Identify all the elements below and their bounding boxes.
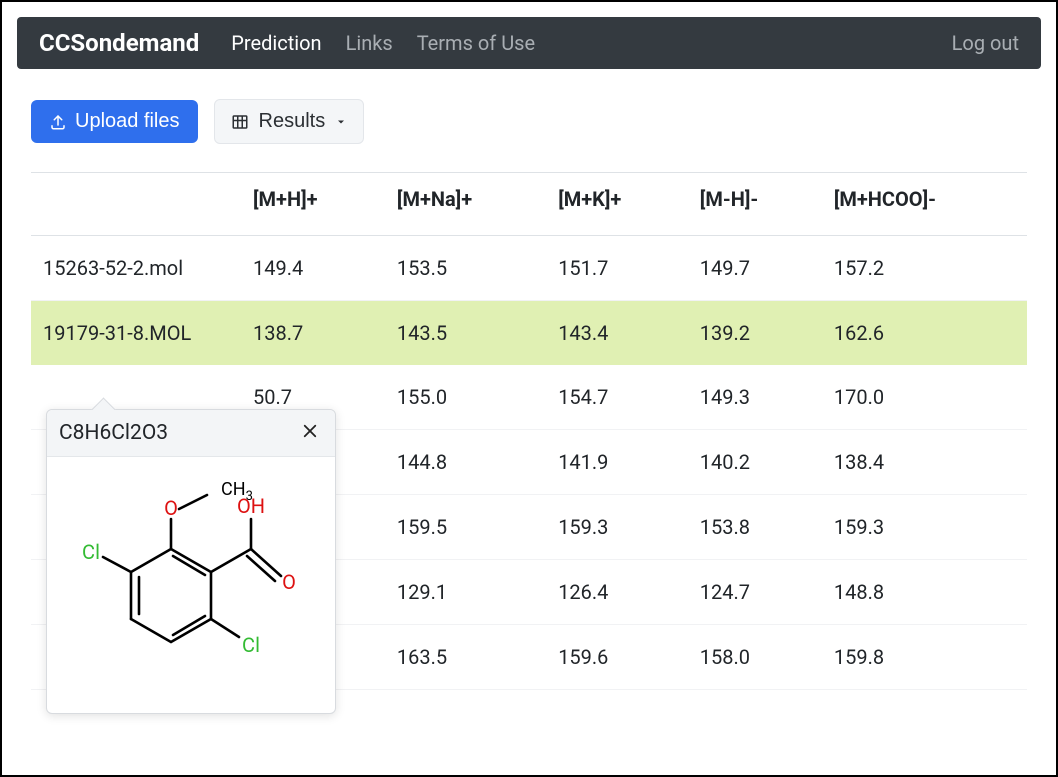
popover-header: C8H6Cl2O3 (47, 410, 335, 457)
cell-value: 149.7 (688, 236, 822, 301)
nav-link-links[interactable]: Links (346, 31, 393, 55)
cell-value: 153.8 (688, 495, 822, 560)
cell-value: 151.7 (546, 236, 688, 301)
popover-body: O CH3 OH O Cl Cl (47, 457, 335, 713)
table-row[interactable]: 19179-31-8.MOL138.7143.5143.4139.2162.6 (31, 301, 1027, 366)
cell-value: 159.3 (546, 495, 688, 560)
cell-value: 158.0 (688, 625, 822, 690)
cell-value: 159.3 (822, 495, 1027, 560)
popover-close-button[interactable] (297, 420, 323, 446)
cell-value: 144.8 (385, 430, 546, 495)
cell-value: 163.5 (385, 625, 546, 690)
cell-value: 159.8 (822, 625, 1027, 690)
cell-value: 155.0 (385, 365, 546, 430)
cell-value: 143.5 (385, 301, 546, 366)
col-mhneg: [M-H]- (688, 173, 822, 236)
col-file (31, 173, 241, 236)
cell-value: 153.5 (385, 236, 546, 301)
caret-down-icon (335, 116, 347, 128)
cell-value: 157.2 (822, 236, 1027, 301)
cell-file: 19179-31-8.MOL (31, 301, 241, 366)
cell-value: 154.7 (546, 365, 688, 430)
cell-value: 139.2 (688, 301, 822, 366)
col-mh: [M+H]+ (241, 173, 385, 236)
cell-value: 138.7 (241, 301, 385, 366)
close-icon (301, 422, 319, 440)
cell-value: 170.0 (822, 365, 1027, 430)
cell-value: 129.1 (385, 560, 546, 625)
cell-value: 148.8 (822, 560, 1027, 625)
table-icon (231, 113, 249, 131)
results-label: Results (259, 110, 326, 133)
nav-link-prediction[interactable]: Prediction (231, 31, 321, 55)
nav-link-terms[interactable]: Terms of Use (417, 31, 535, 55)
upload-icon (49, 113, 67, 131)
cell-value: 149.3 (688, 365, 822, 430)
cell-value: 140.2 (688, 430, 822, 495)
structure-popover: C8H6Cl2O3 (46, 409, 336, 714)
cell-value: 126.4 (546, 560, 688, 625)
table-row[interactable]: 15263-52-2.mol149.4153.5151.7149.7157.2 (31, 236, 1027, 301)
col-mna: [M+Na]+ (385, 173, 546, 236)
results-dropdown[interactable]: Results (214, 99, 365, 144)
svg-text:Cl: Cl (242, 633, 260, 657)
table-header-row: [M+H]+ [M+Na]+ [M+K]+ [M-H]- [M+HCOO]- (31, 173, 1027, 236)
cell-value: 138.4 (822, 430, 1027, 495)
logout-link[interactable]: Log out (952, 31, 1019, 55)
cell-value: 159.6 (546, 625, 688, 690)
cell-value: 159.5 (385, 495, 546, 560)
svg-text:OH: OH (237, 494, 265, 518)
upload-label: Upload files (75, 110, 180, 133)
svg-text:O: O (164, 496, 178, 520)
upload-files-button[interactable]: Upload files (31, 100, 198, 143)
col-mk: [M+K]+ (546, 173, 688, 236)
popover-formula: C8H6Cl2O3 (59, 421, 168, 445)
toolbar: Upload files Results (17, 69, 1041, 172)
svg-text:O: O (282, 570, 296, 594)
navbar: CCSondemand Prediction Links Terms of Us… (17, 17, 1041, 69)
svg-text:Cl: Cl (82, 540, 100, 564)
cell-value: 124.7 (688, 560, 822, 625)
cell-file: 15263-52-2.mol (31, 236, 241, 301)
brand[interactable]: CCSondemand (39, 29, 199, 57)
molecule-structure: O CH3 OH O Cl Cl (61, 477, 321, 697)
col-mhcoo: [M+HCOO]- (822, 173, 1027, 236)
cell-value: 162.6 (822, 301, 1027, 366)
cell-value: 141.9 (546, 430, 688, 495)
cell-value: 149.4 (241, 236, 385, 301)
cell-value: 143.4 (546, 301, 688, 366)
